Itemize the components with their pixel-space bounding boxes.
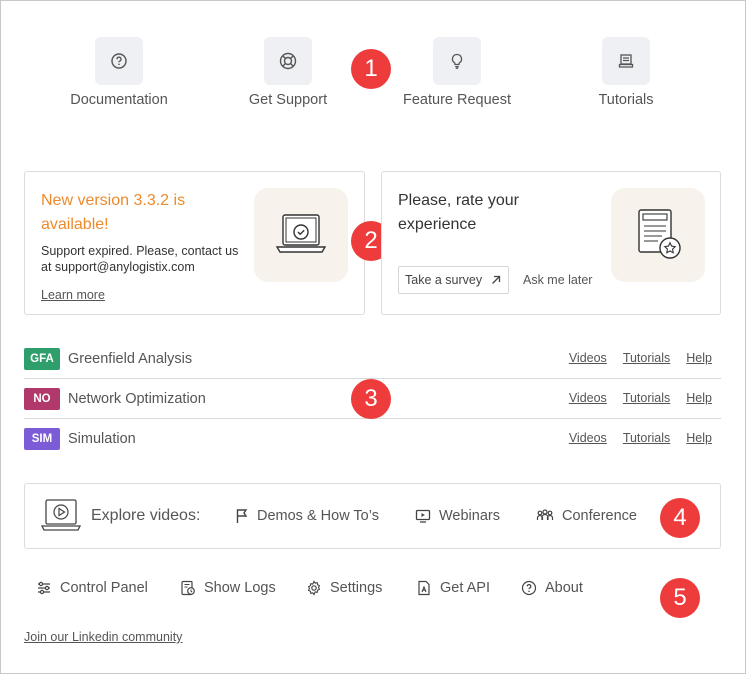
laptop-play-icon <box>41 498 81 534</box>
help-link[interactable]: Help <box>686 431 712 445</box>
start-page: Documentation Get Support Feature Reques… <box>0 0 746 674</box>
flag-icon <box>235 508 249 524</box>
explore-videos-panel: Explore videos: Demos & How To’s Webinar… <box>24 483 721 549</box>
show-logs-label: Show Logs <box>204 580 276 596</box>
tutorials-label: Tutorials <box>598 92 654 108</box>
demos-link[interactable]: Demos & How To’s <box>235 508 379 524</box>
get-support-label: Get Support <box>248 92 328 108</box>
demos-label: Demos & How To’s <box>257 508 379 524</box>
arrow-up-right-icon <box>490 274 502 286</box>
tutorials-link[interactable]: Tutorials <box>623 391 670 405</box>
survey-document-icon <box>611 188 705 282</box>
explore-videos-label: Explore videos: <box>91 507 201 524</box>
sim-tag: SIM <box>24 428 60 450</box>
help-link[interactable]: Help <box>686 391 712 405</box>
monitor-play-icon <box>415 508 431 524</box>
lightbulb-icon <box>433 37 481 85</box>
videos-link[interactable]: Videos <box>569 391 607 405</box>
book-icon <box>602 37 650 85</box>
help-link[interactable]: Help <box>686 351 712 365</box>
gear-icon <box>306 580 322 596</box>
callout-badge-4: 4 <box>660 498 700 538</box>
question-icon <box>95 37 143 85</box>
conference-label: Conference <box>562 508 637 524</box>
documentation-label: Documentation <box>70 92 168 108</box>
about-button[interactable]: About <box>521 580 583 596</box>
lifebuoy-icon <box>264 37 312 85</box>
webinars-label: Webinars <box>439 508 500 524</box>
control-panel-button[interactable]: Control Panel <box>36 580 148 596</box>
callout-badge-5: 5 <box>660 578 700 618</box>
learn-more-link[interactable]: Learn more <box>41 288 105 302</box>
sliders-icon <box>36 580 52 596</box>
about-label: About <box>545 580 583 596</box>
experiment-row-gfa: GFA Greenfield Analysis Videos Tutorials… <box>24 339 721 379</box>
log-file-icon <box>180 580 196 596</box>
new-version-card: New version 3.3.2 is available! Support … <box>24 171 365 315</box>
take-survey-label: Take a survey <box>405 273 483 287</box>
get-api-label: Get API <box>440 580 490 596</box>
people-group-icon <box>536 508 554 524</box>
tutorials-link[interactable]: Tutorials <box>623 351 670 365</box>
videos-link[interactable]: Videos <box>569 351 607 365</box>
take-survey-button[interactable]: Take a survey <box>398 266 510 294</box>
gfa-tag: GFA <box>24 347 60 370</box>
api-document-icon <box>416 580 432 596</box>
settings-button[interactable]: Settings <box>306 580 382 596</box>
new-version-title: New version 3.3.2 is available! <box>41 192 186 233</box>
get-support-link[interactable]: Get Support <box>208 37 368 108</box>
callout-badge-3: 3 <box>351 379 391 419</box>
ask-me-later-link[interactable]: Ask me later <box>523 273 592 287</box>
experiment-row-sim: SIM Simulation Videos Tutorials Help <box>24 419 721 459</box>
videos-link[interactable]: Videos <box>569 431 607 445</box>
documentation-link[interactable]: Documentation <box>39 37 199 108</box>
experiment-name: Network Optimization <box>68 390 206 407</box>
experiment-name: Greenfield Analysis <box>68 350 193 367</box>
tutorials-link[interactable]: Tutorials <box>546 37 706 108</box>
tutorials-link[interactable]: Tutorials <box>623 431 670 445</box>
rate-experience-card: Please, rate your experience Take a surv… <box>381 171 721 315</box>
experiment-name: Simulation <box>68 431 136 447</box>
webinars-link[interactable]: Webinars <box>415 508 500 524</box>
settings-label: Settings <box>330 580 383 596</box>
conference-link[interactable]: Conference <box>536 508 637 524</box>
feature-request-link[interactable]: Feature Request <box>377 37 537 108</box>
laptop-check-icon <box>254 188 348 282</box>
show-logs-button[interactable]: Show Logs <box>180 580 276 596</box>
get-api-button[interactable]: Get API <box>416 580 490 596</box>
rate-experience-title: Please, rate your experience <box>398 192 519 233</box>
control-panel-label: Control Panel <box>60 580 148 596</box>
callout-badge-1: 1 <box>351 49 391 89</box>
support-expired-text: Support expired. Please, contact us at s… <box>41 244 239 274</box>
linkedin-community-link[interactable]: Join our Linkedin community <box>24 630 182 644</box>
no-tag: NO <box>24 387 60 410</box>
feature-request-label: Feature Request <box>402 92 511 108</box>
question-icon <box>521 580 537 596</box>
